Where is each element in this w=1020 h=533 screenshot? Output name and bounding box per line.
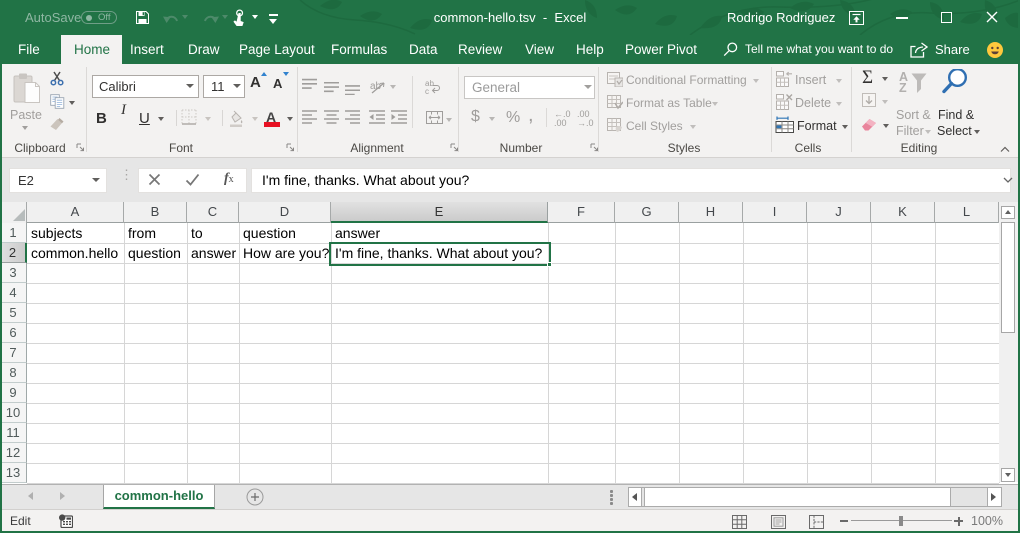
svg-text:c: c bbox=[425, 87, 429, 95]
